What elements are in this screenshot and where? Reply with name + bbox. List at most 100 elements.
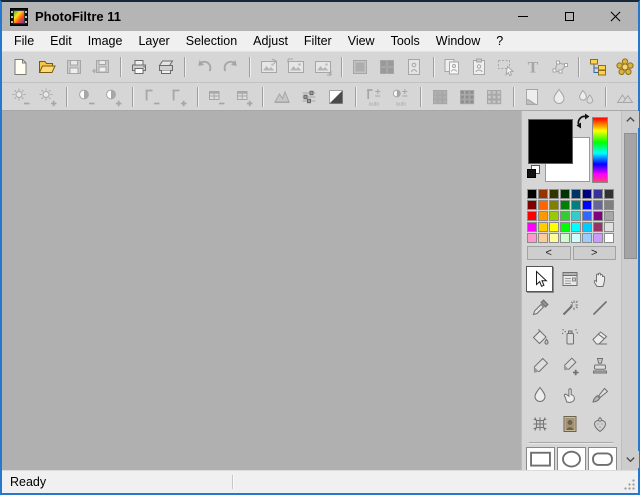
menu-view[interactable]: View — [340, 32, 383, 50]
pattern-photo-tool[interactable] — [556, 411, 583, 437]
palette-swatch[interactable] — [593, 211, 603, 221]
airbrush-tool[interactable] — [556, 324, 583, 350]
palette-swatch[interactable] — [604, 211, 614, 221]
palette-swatch[interactable] — [538, 189, 548, 199]
hand-tool[interactable] — [586, 266, 613, 292]
palette-swatch[interactable] — [549, 189, 559, 199]
palette-swatch[interactable] — [538, 222, 548, 232]
pointer-tool[interactable] — [526, 266, 553, 292]
palette-swatch[interactable] — [571, 233, 581, 243]
menu-layer[interactable]: Layer — [130, 32, 177, 50]
palette-swatch[interactable] — [560, 222, 570, 232]
palette-swatch[interactable] — [538, 211, 548, 221]
layer-manager-tool[interactable] — [556, 266, 583, 292]
open-folder-button[interactable] — [35, 55, 59, 79]
palette-swatch[interactable] — [593, 189, 603, 199]
selection-shape-rounded-rectangle[interactable] — [588, 447, 617, 470]
palette-swatch[interactable] — [593, 222, 603, 232]
palette-swatch[interactable] — [527, 189, 537, 199]
menu-filter[interactable]: Filter — [296, 32, 340, 50]
palette-prev-button[interactable]: < — [527, 246, 571, 260]
palette-swatch[interactable] — [593, 233, 603, 243]
palette-swatch[interactable] — [582, 189, 592, 199]
palette-swatch[interactable] — [560, 200, 570, 210]
palette-swatch[interactable] — [560, 233, 570, 243]
menu-edit[interactable]: Edit — [42, 32, 80, 50]
brush-plus-tool[interactable] — [556, 353, 583, 379]
print-button[interactable] — [127, 55, 151, 79]
menu-help[interactable]: ? — [488, 32, 511, 50]
palette-swatch[interactable] — [560, 211, 570, 221]
palette-swatch[interactable] — [549, 233, 559, 243]
palette-swatch[interactable] — [582, 233, 592, 243]
resize-grip[interactable] — [623, 478, 636, 491]
menu-adjust[interactable]: Adjust — [245, 32, 296, 50]
explorer-button[interactable] — [586, 55, 610, 79]
toolbar-separator — [197, 87, 198, 107]
toolbar-separator — [433, 57, 434, 77]
fill-tool[interactable] — [526, 324, 553, 350]
workspace-canvas[interactable] — [2, 111, 521, 470]
panel-scrollbar[interactable] — [621, 111, 638, 470]
palette-swatch[interactable] — [582, 222, 592, 232]
rainbow-gradient-picker[interactable] — [592, 117, 608, 183]
palette-swatch[interactable] — [549, 211, 559, 221]
selection-shape-rectangle[interactable] — [526, 447, 555, 470]
palette-swatch[interactable] — [593, 200, 603, 210]
scan-button[interactable] — [154, 55, 178, 79]
plugins-button[interactable] — [613, 55, 637, 79]
selection-shape-ellipse[interactable] — [557, 447, 586, 470]
mini-color-swap-icon[interactable] — [525, 163, 542, 180]
palette-swatch[interactable] — [527, 222, 537, 232]
menu-file[interactable]: File — [6, 32, 42, 50]
toolbar-adjust: autoauto — [2, 82, 638, 110]
magic-wand-tool[interactable] — [556, 295, 583, 321]
smudge-tool[interactable] — [556, 382, 583, 408]
menu-image[interactable]: Image — [80, 32, 131, 50]
menu-window[interactable]: Window — [428, 32, 488, 50]
palette-swatch[interactable] — [604, 233, 614, 243]
brush-tool[interactable] — [526, 353, 553, 379]
palette-swatch[interactable] — [560, 189, 570, 199]
palette-swatch[interactable] — [604, 189, 614, 199]
scroll-down-button[interactable] — [622, 451, 639, 468]
palette-swatch[interactable] — [571, 211, 581, 221]
line-tool[interactable] — [586, 295, 613, 321]
palette-next-button[interactable]: > — [573, 246, 617, 260]
palette-nav: < > — [527, 246, 616, 260]
close-button[interactable] — [592, 2, 638, 31]
swap-colors-icon[interactable] — [574, 112, 592, 130]
palette-swatch[interactable] — [549, 200, 559, 210]
palette-swatch[interactable] — [582, 200, 592, 210]
maximize-button[interactable] — [546, 2, 592, 31]
palette-swatch[interactable] — [527, 211, 537, 221]
palette-swatch[interactable] — [527, 233, 537, 243]
palette-swatch[interactable] — [527, 200, 537, 210]
menu-tools[interactable]: Tools — [383, 32, 428, 50]
art-brush-tool[interactable] — [586, 382, 613, 408]
new-file-button[interactable] — [9, 55, 33, 79]
palette-swatch[interactable] — [604, 222, 614, 232]
palette-swatch[interactable] — [571, 222, 581, 232]
palette-swatch[interactable] — [571, 189, 581, 199]
palette-swatch[interactable] — [582, 211, 592, 221]
palette-swatch[interactable] — [604, 200, 614, 210]
eraser-tool[interactable] — [586, 324, 613, 350]
palette-swatch[interactable] — [538, 233, 548, 243]
palette-swatch[interactable] — [549, 222, 559, 232]
pipette-tool[interactable] — [526, 295, 553, 321]
scroll-up-button[interactable] — [622, 111, 639, 128]
palette-swatch[interactable] — [571, 200, 581, 210]
foreground-color-swatch[interactable] — [528, 119, 573, 164]
main-area: < > — [2, 110, 638, 470]
app-icon[interactable] — [10, 8, 28, 26]
toolbar-separator — [355, 87, 356, 107]
mesh-tool[interactable] — [526, 411, 553, 437]
menu-selection[interactable]: Selection — [178, 32, 245, 50]
scrollbar-thumb[interactable] — [624, 133, 637, 259]
minimize-button[interactable] — [500, 2, 546, 31]
palette-swatch[interactable] — [538, 200, 548, 210]
nozzle-tool[interactable] — [586, 411, 613, 437]
blur-tool[interactable] — [526, 382, 553, 408]
stamp-tool[interactable] — [586, 353, 613, 379]
